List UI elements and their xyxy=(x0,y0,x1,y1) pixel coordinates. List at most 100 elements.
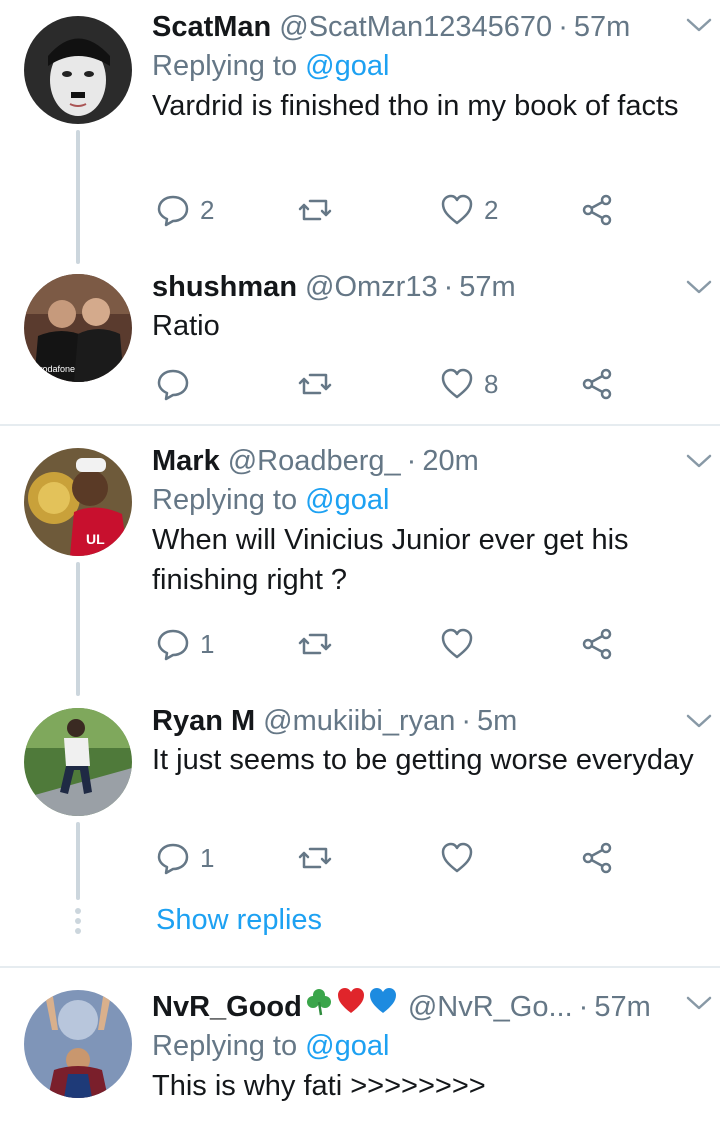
tweet-scatman[interactable]: ScatMan @ScatMan12345670 · 57m Replying … xyxy=(0,0,720,264)
red-heart-icon xyxy=(337,988,364,1013)
more-replies-dots xyxy=(74,908,82,938)
display-name[interactable]: shushman xyxy=(152,268,297,306)
tweet-text: Vardrid is finished tho in my book of fa… xyxy=(152,90,679,122)
tweet-text: When will Vinicius Junior ever get his f… xyxy=(152,524,629,596)
heart-icon xyxy=(441,368,473,399)
retweet-button[interactable] xyxy=(298,190,332,230)
tweet-shushman[interactable]: vodafone shushman @Omzr13 · 57m Ratio 8 xyxy=(0,262,720,422)
reply-count: 1 xyxy=(200,842,215,873)
avatar[interactable] xyxy=(24,16,132,124)
chevron-down-icon[interactable] xyxy=(684,450,714,472)
heart-icon xyxy=(441,194,473,225)
like-button[interactable]: 2 xyxy=(440,190,498,230)
chevron-down-icon[interactable] xyxy=(684,992,714,1014)
reply-button[interactable]: 1 xyxy=(156,624,214,664)
heart-icon xyxy=(441,842,473,873)
retweet-icon xyxy=(298,373,332,395)
divider xyxy=(0,424,720,426)
replying-to: Replying to @goal xyxy=(152,1026,698,1066)
share-icon xyxy=(582,194,612,226)
reply-button[interactable] xyxy=(156,364,200,404)
chevron-down-icon[interactable] xyxy=(684,14,714,36)
tweet-header: Mark @Roadberg_ · 20m xyxy=(152,442,698,480)
share-button[interactable] xyxy=(580,190,614,230)
retweet-button[interactable] xyxy=(298,364,332,404)
retweet-button[interactable] xyxy=(298,624,332,664)
reply-button[interactable]: 1 xyxy=(156,838,214,878)
share-button[interactable] xyxy=(580,624,614,664)
separator-dot: · xyxy=(461,705,472,737)
avatar-photo-icon: UL xyxy=(24,448,132,556)
avatar-photo-icon: vodafone xyxy=(24,274,132,382)
replying-to-label: Replying to xyxy=(152,50,298,82)
user-handle[interactable]: @Roadberg_ xyxy=(228,442,401,480)
user-handle[interactable]: @mukiibi_ryan xyxy=(263,702,455,740)
tweet-text: It just seems to be getting worse everyd… xyxy=(152,744,694,776)
timestamp[interactable]: 5m xyxy=(477,702,517,740)
reply-icon xyxy=(157,195,189,227)
mention-link[interactable]: @goal xyxy=(305,50,389,82)
tweet-mark[interactable]: UL Mark @Roadberg_ · 20m Replying to @go… xyxy=(0,436,720,696)
avatar-photo-icon xyxy=(24,708,132,816)
avatar[interactable] xyxy=(24,708,132,816)
chevron-down-icon[interactable] xyxy=(684,710,714,732)
separator-dot: · xyxy=(443,271,454,303)
tweet-nvr-good[interactable]: NvR_Good @NvR_Go... · 57m Replying to @g… xyxy=(0,978,720,1124)
display-name[interactable]: Ryan M xyxy=(152,702,255,740)
separator-dot: · xyxy=(406,445,417,477)
timestamp[interactable]: 57m xyxy=(574,8,630,46)
timestamp[interactable]: 20m xyxy=(422,442,478,480)
tweet-actions: 1 xyxy=(152,838,672,878)
mention-link[interactable]: @goal xyxy=(305,484,389,516)
show-replies-link[interactable]: Show replies xyxy=(156,900,322,940)
like-button[interactable] xyxy=(440,838,474,878)
avatar[interactable]: UL xyxy=(24,448,132,556)
tweet-ryan-m[interactable]: Ryan M @mukiibi_ryan · 5m It just seems … xyxy=(0,696,720,956)
chevron-down-icon[interactable] xyxy=(684,276,714,298)
like-button[interactable] xyxy=(440,624,474,664)
reply-icon xyxy=(157,369,189,401)
separator-dot: · xyxy=(578,991,589,1023)
shamrock-icon xyxy=(306,989,331,1016)
reply-count: 1 xyxy=(200,628,215,659)
like-count: 8 xyxy=(484,368,499,399)
share-icon xyxy=(582,842,612,874)
tweet-actions: 2 2 xyxy=(152,190,672,230)
retweet-button[interactable] xyxy=(298,838,332,878)
timestamp[interactable]: 57m xyxy=(594,988,650,1026)
thread-line xyxy=(76,822,80,900)
separator-dot: · xyxy=(558,11,568,43)
svg-text:UL: UL xyxy=(86,531,105,547)
display-name[interactable]: NvR_Good xyxy=(152,988,302,1026)
like-button[interactable]: 8 xyxy=(440,364,498,404)
mention-link[interactable]: @goal xyxy=(305,1030,389,1062)
like-count: 2 xyxy=(484,194,499,225)
user-handle[interactable]: @ScatMan12345670 xyxy=(279,8,552,46)
share-button[interactable] xyxy=(580,838,614,878)
replying-to: Replying to @goal xyxy=(152,46,698,86)
tweet-header: ScatMan @ScatMan12345670 · 57m xyxy=(152,8,698,46)
share-button[interactable] xyxy=(580,364,614,404)
replying-to-label: Replying to xyxy=(152,1030,298,1062)
avatar-face-icon xyxy=(24,16,132,124)
reply-button[interactable]: 2 xyxy=(156,190,214,230)
display-name[interactable]: Mark xyxy=(152,442,220,480)
blue-heart-icon xyxy=(369,988,396,1013)
retweet-icon xyxy=(298,847,332,869)
reply-icon xyxy=(157,629,189,661)
user-handle[interactable]: @Omzr13 xyxy=(305,268,438,306)
avatar[interactable] xyxy=(24,990,132,1098)
display-name[interactable]: ScatMan xyxy=(152,8,271,46)
retweet-icon xyxy=(298,633,332,655)
replying-to-label: Replying to xyxy=(152,484,298,516)
avatar[interactable]: vodafone xyxy=(24,274,132,382)
tweet-header: Ryan M @mukiibi_ryan · 5m xyxy=(152,702,698,740)
tweet-actions: 8 xyxy=(152,364,672,404)
timestamp[interactable]: 57m xyxy=(459,268,515,306)
reply-count: 2 xyxy=(200,194,215,225)
user-handle[interactable]: @NvR_Go... xyxy=(408,988,573,1026)
share-icon xyxy=(582,628,612,660)
tweet-header: NvR_Good @NvR_Go... · 57m xyxy=(152,986,698,1026)
svg-text:vodafone: vodafone xyxy=(38,364,75,374)
thread-line xyxy=(76,562,80,696)
